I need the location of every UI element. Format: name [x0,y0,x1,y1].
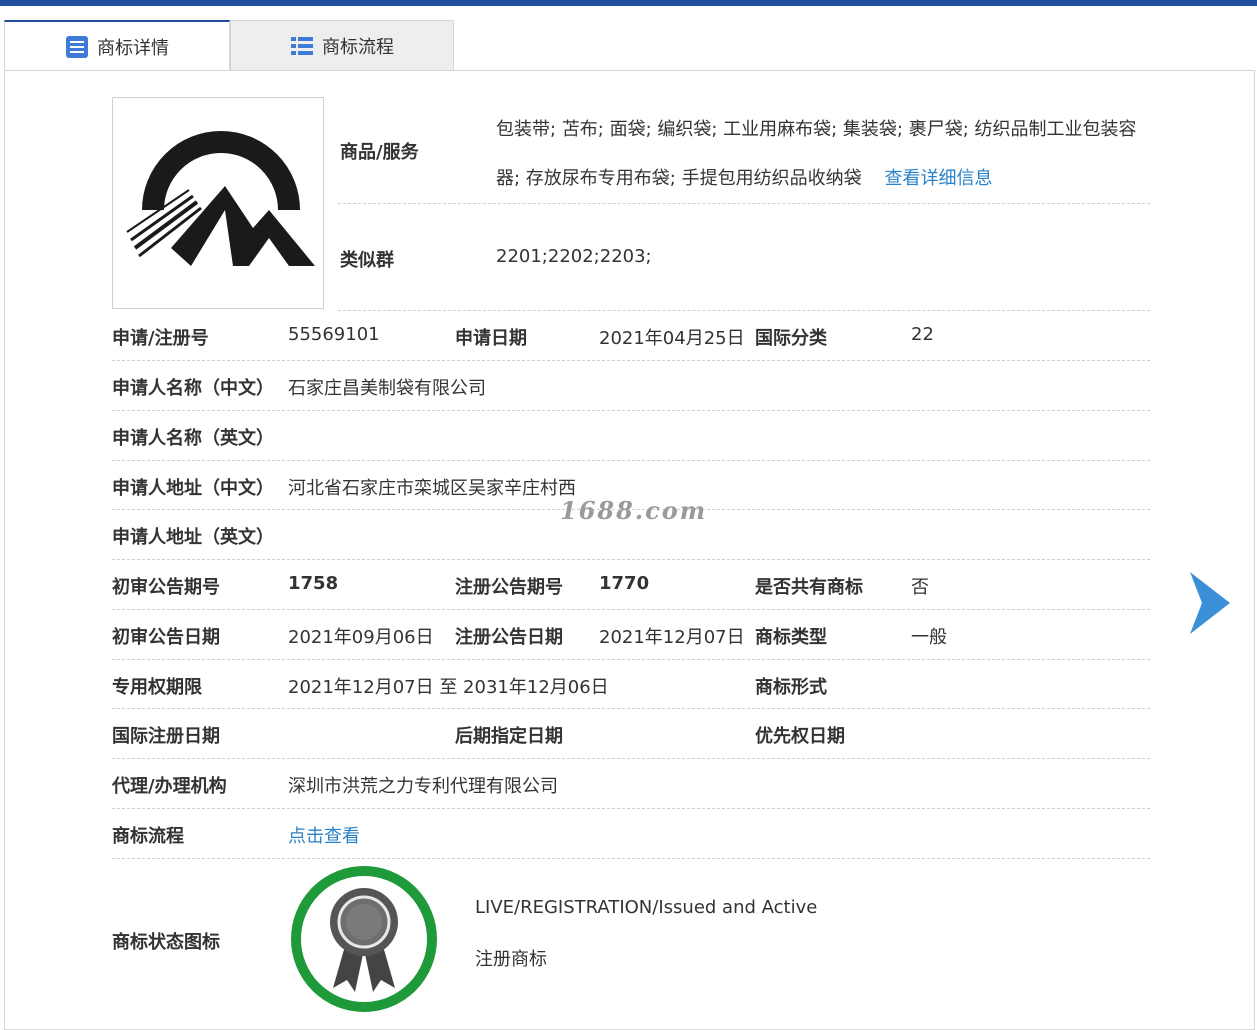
status-icon-label: 商标状态图标 [112,932,220,953]
divider [112,559,1150,560]
reg-no-label: 申请/注册号 [112,328,209,349]
applicant-cn-value: 石家庄昌美制袋有限公司 [288,378,486,399]
flow-label: 商标流程 [112,826,184,847]
applicant-en-label: 申请人名称（英文） [112,428,274,449]
divider [112,708,1150,709]
divider [338,310,1150,311]
goods-services-value: 包装带; 苫布; 面袋; 编织袋; 工业用麻布袋; 集装袋; 裹尸袋; 纺织品制… [496,105,1156,203]
applicant-cn-label: 申请人名称（中文） [112,378,274,399]
top-accent-bar [0,0,1257,6]
tab-flow-label: 商标流程 [322,36,394,58]
address-cn-value: 河北省石家庄市栾城区吴家辛庄村西 [288,478,576,499]
divider [112,609,1150,610]
apply-date-label: 申请日期 [455,328,527,349]
tab-trademark-flow[interactable]: 商标流程 [230,20,454,70]
trademark-logo[interactable] [112,97,324,309]
list-icon [291,36,313,55]
status-cn-value: 注册商标 [475,949,547,970]
divider [112,858,1150,859]
view-details-link[interactable]: 查看详细信息 [884,168,992,189]
watermark-text: 1688.com [560,496,708,525]
shared-value: 否 [911,577,929,598]
term-value: 2021年12月07日 至 2031年12月06日 [288,677,609,698]
later-date-label: 后期指定日期 [455,726,563,747]
intl-class-value: 22 [911,324,934,345]
tm-form-label: 商标形式 [755,677,827,698]
similar-group-value: 2201;2202;2203; [496,246,652,267]
prelim-no-value: 1758 [288,573,339,594]
divider [112,659,1150,660]
tab-trademark-details[interactable]: 商标详情 [4,20,230,72]
prelim-no-label: 初审公告期号 [112,577,220,598]
priority-date-label: 优先权日期 [755,726,845,747]
chevron-right-icon[interactable] [1188,570,1232,636]
divider [112,758,1150,759]
goods-services-label: 商品/服务 [340,142,419,163]
tm-type-value: 一般 [911,627,947,648]
reg-pub-no-value: 1770 [599,573,650,594]
shared-label: 是否共有商标 [755,577,863,598]
similar-group-label: 类似群 [340,250,394,271]
address-en-label: 申请人地址（英文） [112,527,274,548]
divider [112,410,1150,411]
address-cn-label: 申请人地址（中文） [112,478,274,499]
apply-date-value: 2021年04月25日 [599,328,745,349]
tm-type-label: 商标类型 [755,627,827,648]
mountain-arc-logo-image [126,131,315,266]
goods-services-text: 包装带; 苫布; 面袋; 编织袋; 工业用麻布袋; 集装袋; 裹尸袋; 纺织品制… [496,119,1137,189]
agency-label: 代理/办理机构 [112,776,227,797]
divider [112,460,1150,461]
divider [338,203,1150,204]
term-label: 专用权期限 [112,677,202,698]
list-doc-icon [66,36,88,58]
reg-no-value: 55569101 [288,324,380,345]
view-flow-link[interactable]: 点击查看 [288,822,360,848]
reg-pub-date-label: 注册公告日期 [455,627,563,648]
prelim-date-value: 2021年09月06日 [288,627,434,648]
divider [112,808,1150,809]
status-en-value: LIVE/REGISTRATION/Issued and Active [475,897,818,918]
intl-class-label: 国际分类 [755,328,827,349]
tab-details-label: 商标详情 [97,38,169,59]
intl-reg-date-label: 国际注册日期 [112,726,220,747]
divider [112,360,1150,361]
agency-value: 深圳市洪荒之力专利代理有限公司 [288,776,558,797]
prelim-date-label: 初审公告日期 [112,627,220,648]
award-ribbon-icon [291,866,437,1012]
reg-pub-no-label: 注册公告期号 [455,577,563,598]
reg-pub-date-value: 2021年12月07日 [599,627,745,648]
